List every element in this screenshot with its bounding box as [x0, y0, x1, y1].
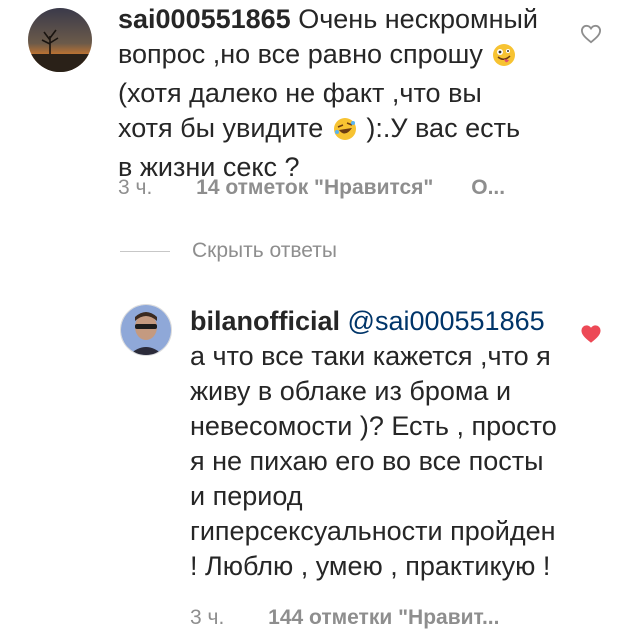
comment-username[interactable]: sai000551865: [118, 4, 291, 34]
comment-meta: 3 ч. 14 отметок "Нравится" О...: [118, 176, 505, 200]
heart-filled-icon[interactable]: [580, 324, 602, 349]
rofl-emoji: [333, 115, 357, 150]
comment-text: sai000551865 Очень нескромный вопрос ,но…: [118, 2, 538, 185]
reply-body: а что все таки кажется ,что я живу в обл…: [190, 341, 557, 581]
comment-time: 3 ч.: [118, 176, 153, 199]
reply-text: bilanofficial @sai000551865 а что все та…: [190, 304, 560, 584]
divider-line: [120, 250, 170, 252]
reply-username[interactable]: bilanofficial: [190, 306, 340, 336]
avatar[interactable]: [28, 8, 92, 72]
reply-mention-link[interactable]: @sai000551865: [348, 306, 545, 336]
comment-likes-count[interactable]: 14 отметок "Нравится": [196, 176, 433, 199]
reply-likes-count[interactable]: 144 отметки "Нравит...: [268, 606, 499, 629]
hide-replies-label: Скрыть ответы: [192, 239, 337, 262]
heart-icon[interactable]: [580, 24, 602, 49]
reply-time: 3 ч.: [190, 606, 225, 629]
avatar[interactable]: [120, 304, 172, 356]
avatar-sunset-image: [28, 8, 92, 72]
reply-meta: 3 ч. 144 отметки "Нравит...: [190, 606, 531, 630]
avatar-portrait-image: [121, 305, 171, 355]
zany-face-emoji: [492, 41, 516, 76]
hide-replies-button[interactable]: Скрыть ответы: [120, 239, 337, 262]
reply-button[interactable]: О...: [471, 176, 505, 199]
